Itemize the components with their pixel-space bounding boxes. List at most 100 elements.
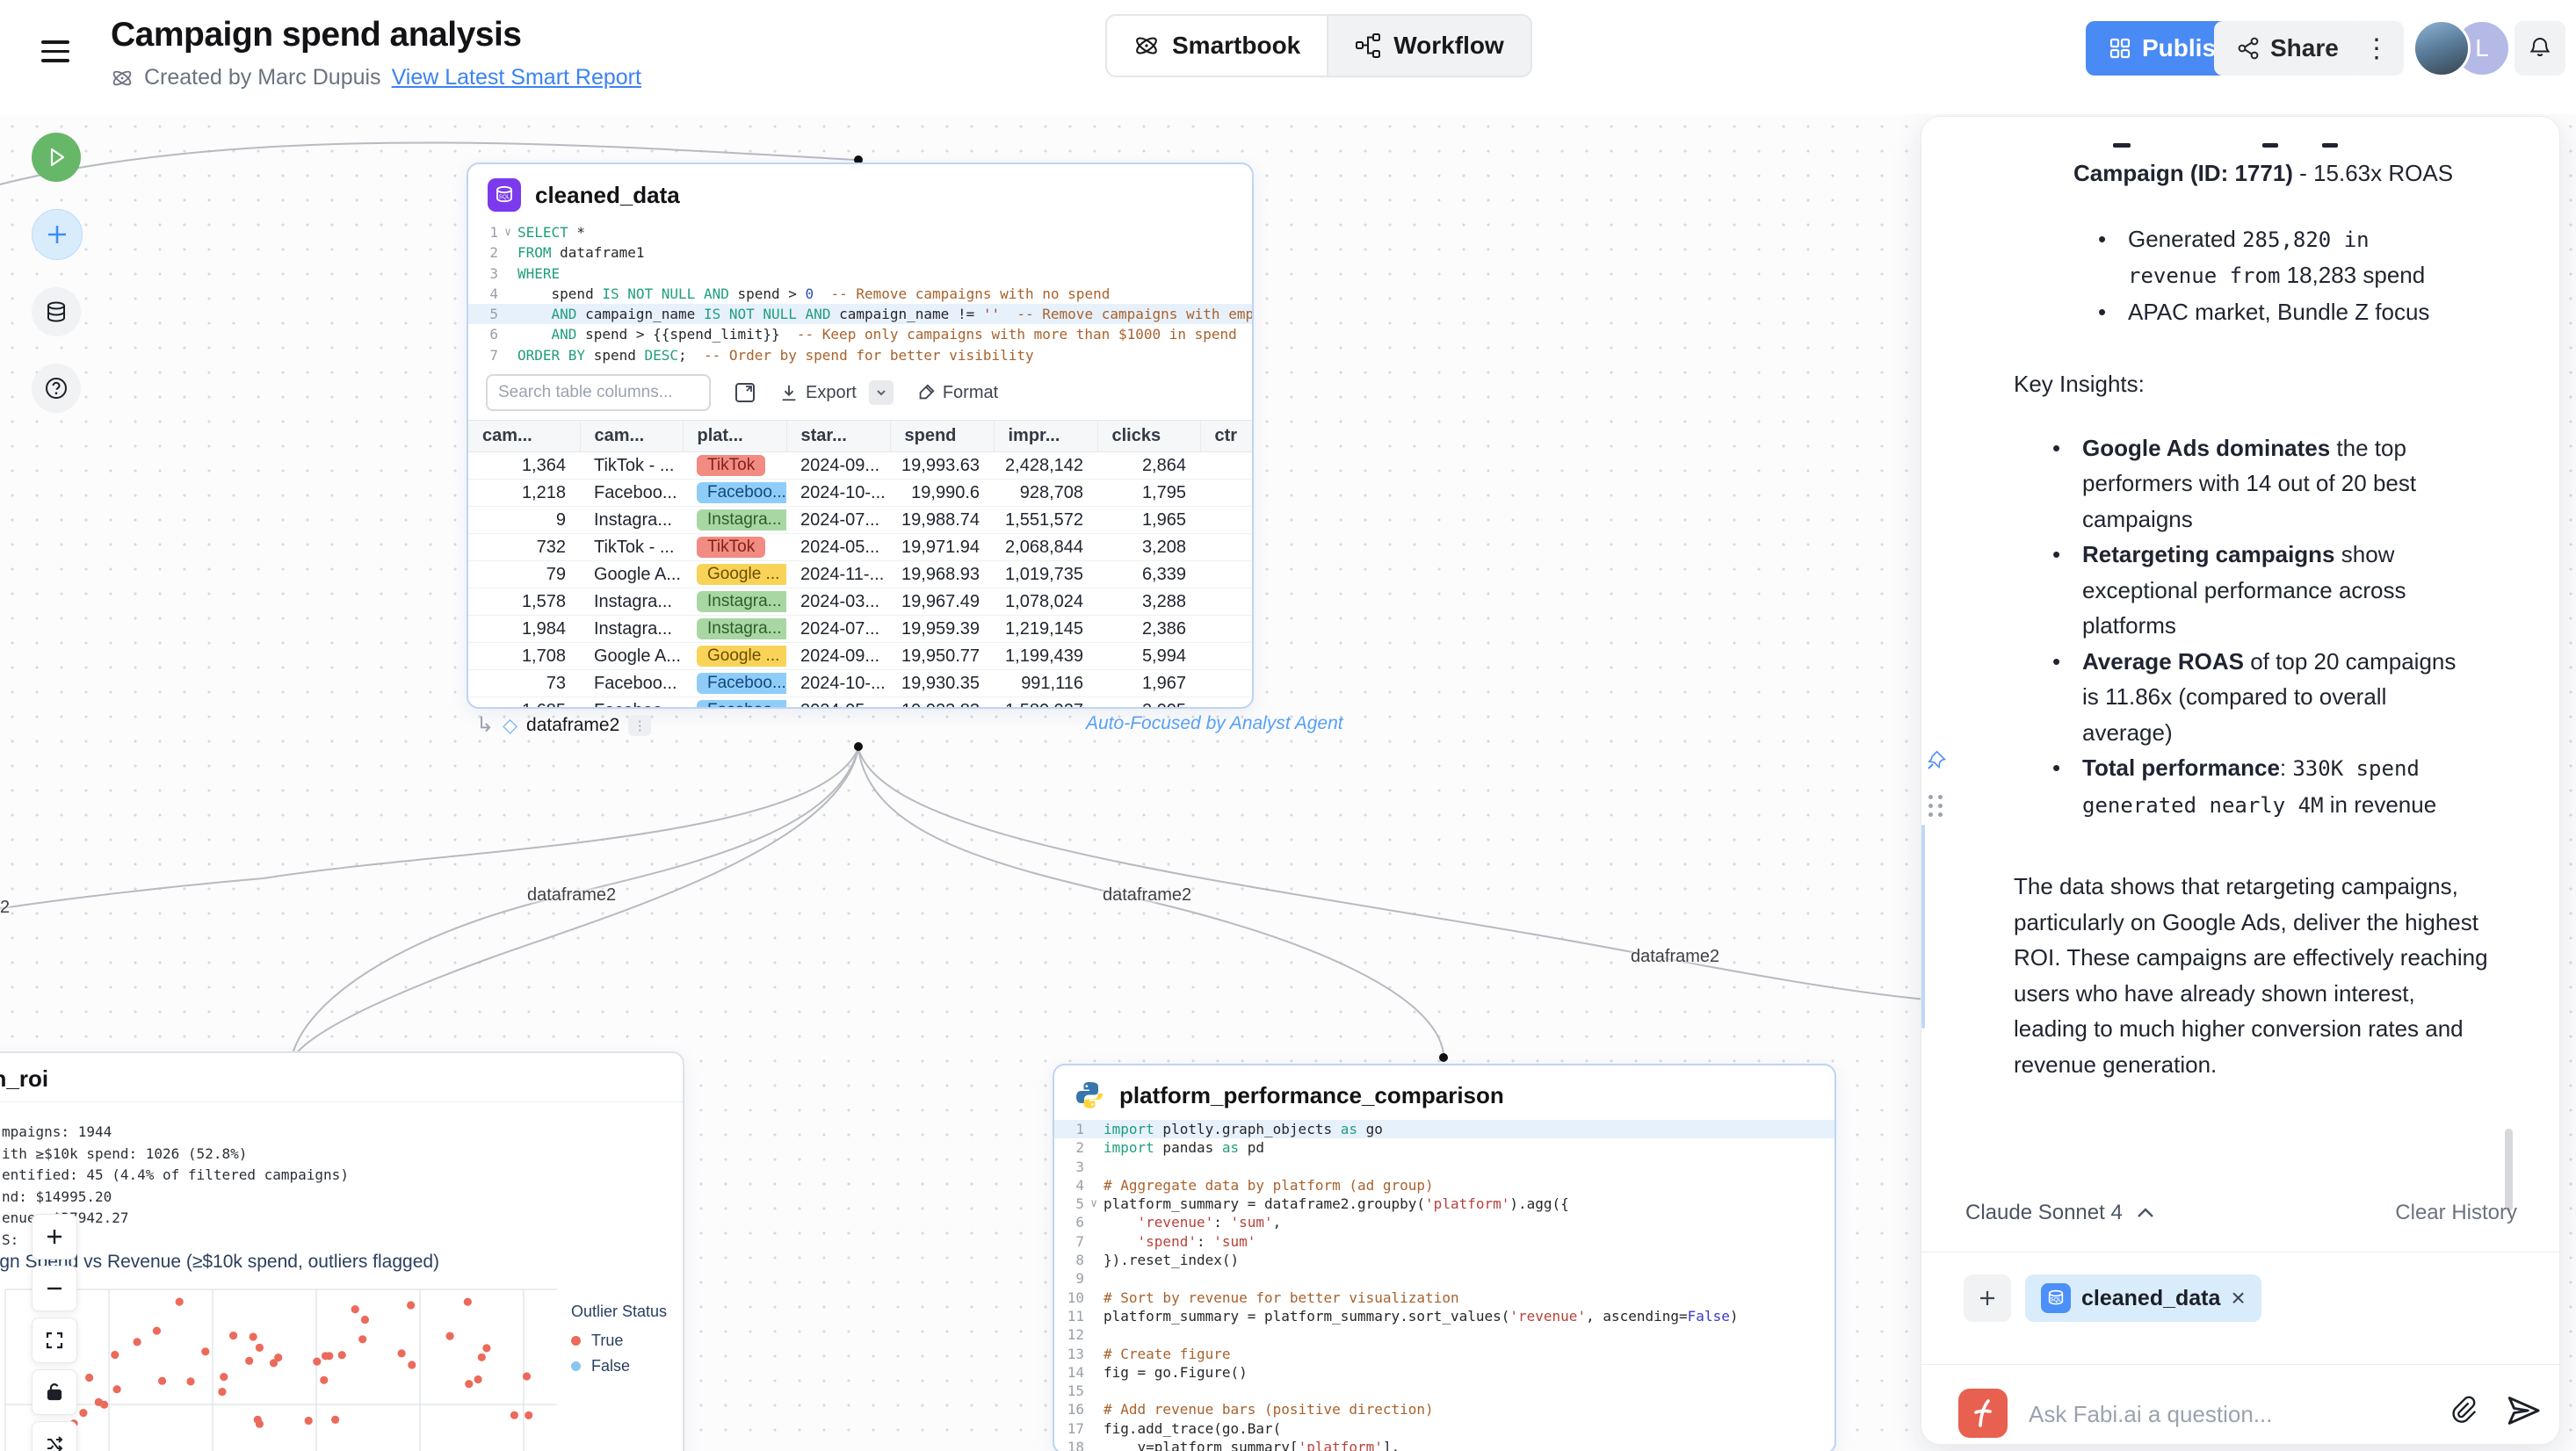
node-platform-performance[interactable]: platform_performance_comparison 1import … xyxy=(1053,1064,1836,1451)
platform-badge: Instagra... xyxy=(697,591,786,612)
edge-label-dataframe2-mid: dataframe2 xyxy=(1103,885,1191,906)
table-row: 79Google A...Google ...2024-11-...19,968… xyxy=(468,561,1252,588)
export-button[interactable]: Export xyxy=(779,380,894,405)
platform-badge: TikTok xyxy=(697,455,765,476)
add-node-button[interactable] xyxy=(32,209,83,260)
clipped-text-fragment xyxy=(2113,143,2131,148)
attach-file-button[interactable] xyxy=(2445,1392,2482,1429)
auto-focus-note: Auto-Focused by Analyst Agent xyxy=(1086,713,1343,734)
bullet-item: •Generated 285,820 in revenue from 18,28… xyxy=(2098,221,2467,294)
expand-table-icon[interactable] xyxy=(734,381,756,404)
node-campaign-roi[interactable]: campaign_roi mpaigns: 1944 ith ≥$10k spe… xyxy=(0,1051,684,1451)
column-header[interactable]: impr... xyxy=(994,421,1097,452)
question-input[interactable]: Ask Fabi.ai a question... xyxy=(2029,1401,2272,1428)
platform-badge: Faceboo... xyxy=(697,482,786,503)
clipped-text-fragment xyxy=(2322,143,2338,148)
assistant-panel: Campaign (ID: 1771) - 15.63x ROAS •Gener… xyxy=(1921,116,2560,1445)
output-handle-row[interactable]: ↳ ◇ dataframe2 ⋮ xyxy=(476,712,651,738)
python-node-icon xyxy=(1074,1079,1105,1111)
chevron-up-icon xyxy=(2137,1207,2154,1219)
legend-item-false[interactable]: False xyxy=(571,1357,667,1375)
chip-close-icon[interactable]: × xyxy=(2231,1286,2245,1310)
run-workflow-button[interactable] xyxy=(32,133,81,182)
fabi-logo xyxy=(1958,1389,2008,1438)
svg-text:SQL: SQL xyxy=(2051,1298,2062,1303)
column-header[interactable]: clicks xyxy=(1097,421,1200,452)
table-row: 9Instagra...Instagra...2024-07...19,988.… xyxy=(468,507,1252,534)
table-row: 1,218Faceboo...Faceboo...2024-10-...19,9… xyxy=(468,480,1252,507)
sql-node-icon: SQL xyxy=(488,178,521,212)
column-header[interactable]: cam... xyxy=(580,421,683,452)
platform-badge: Instagra... xyxy=(697,618,786,639)
panel-scrollbar-thumb[interactable] xyxy=(2505,1129,2513,1211)
avatar-photo[interactable] xyxy=(2413,19,2471,77)
column-header[interactable]: plat... xyxy=(683,421,786,452)
code-line: 14fig = go.Figure() xyxy=(1054,1363,1834,1382)
column-header[interactable]: spend xyxy=(890,421,994,452)
platform-badge: Instagra... xyxy=(697,509,786,531)
drag-handle-icon[interactable] xyxy=(1928,795,1944,817)
code-line: 17fig.add_trace(go.Bar( xyxy=(1054,1419,1834,1438)
format-button[interactable]: Format xyxy=(916,383,998,403)
fit-view-button[interactable] xyxy=(32,1317,77,1363)
code-line: 2import pandas as pd xyxy=(1054,1138,1834,1157)
sql-editor[interactable]: 1∨SELECT *2FROM dataframe13WHERE4 spend … xyxy=(468,220,1252,365)
campaign-bullets: •Generated 285,820 in revenue from 18,28… xyxy=(2098,221,2467,330)
bullet-item: •Google Ads dominates the top performers… xyxy=(2052,430,2474,538)
help-button[interactable] xyxy=(32,364,81,413)
latest-report-link[interactable]: View Latest Smart Report xyxy=(392,65,641,90)
code-line: 3WHERE xyxy=(468,263,1252,284)
column-header[interactable]: star... xyxy=(786,421,890,452)
send-button[interactable] xyxy=(2505,1392,2542,1429)
export-dropdown-chevron[interactable] xyxy=(869,380,894,405)
clipped-text-fragment xyxy=(2262,143,2278,148)
data-sources-button[interactable] xyxy=(32,287,81,336)
platform-badge: Faceboo... xyxy=(697,673,786,694)
tab-smartbook[interactable]: Smartbook xyxy=(1107,16,1327,76)
legend-item-true[interactable]: True xyxy=(571,1332,667,1350)
platform-badge: TikTok xyxy=(697,537,765,558)
table-row: 73Faceboo...Faceboo...2024-10-...19,930.… xyxy=(468,670,1252,697)
share-button[interactable]: Share xyxy=(2214,21,2362,76)
column-header[interactable]: ctr xyxy=(1200,421,1252,452)
model-selector[interactable]: Claude Sonnet 4 xyxy=(1965,1201,2154,1225)
code-line: 16# Add revenue bars (positive direction… xyxy=(1054,1400,1834,1419)
handle-menu-badge[interactable]: ⋮ xyxy=(628,715,651,736)
python-editor[interactable]: 1import plotly.graph_objects as go2impor… xyxy=(1054,1120,1834,1451)
table-row: 732TikTok - ...TikTok2024-05...19,971.94… xyxy=(468,534,1252,561)
shuffle-layout-button[interactable] xyxy=(32,1421,77,1451)
sql-chip-icon: SQL xyxy=(2041,1283,2071,1313)
table-row: 1,578Instagra...Instagra...2024-03...19,… xyxy=(468,588,1252,616)
branch-arrow-icon: ↳ xyxy=(476,712,494,738)
code-line: 18 y=platform_summary['platform'], xyxy=(1054,1438,1834,1451)
code-line: 8}).reset_index() xyxy=(1054,1251,1834,1269)
svg-text:SQL: SQL xyxy=(498,194,510,200)
bullet-item: •APAC market, Bundle Z focus xyxy=(2098,294,2467,330)
code-line: 7 'spend': 'sum' xyxy=(1054,1232,1834,1251)
more-options-button[interactable]: ⋮ xyxy=(2349,21,2404,76)
node-cleaned-data[interactable]: SQL cleaned_data 1∨SELECT *2FROM datafra… xyxy=(467,162,1254,709)
edge-label-dataframe2-right: dataframe2 xyxy=(1631,947,1719,967)
zoom-in-button[interactable] xyxy=(32,1214,77,1260)
canvas-controls xyxy=(32,1214,77,1451)
column-header[interactable]: cam... xyxy=(468,421,580,452)
clear-history-button[interactable]: Clear History xyxy=(2395,1201,2517,1225)
legend-swatch-false xyxy=(571,1361,581,1371)
code-line: 11platform_summary = platform_summary.so… xyxy=(1054,1307,1834,1325)
tab-workflow[interactable]: Workflow xyxy=(1327,16,1530,76)
code-line: 4# Aggregate data by platform (ad group) xyxy=(1054,1176,1834,1195)
code-line: 9 xyxy=(1054,1269,1834,1288)
pin-icon[interactable] xyxy=(1925,747,1950,772)
context-chip-cleaned-data[interactable]: SQL cleaned_data × xyxy=(2025,1274,2261,1322)
table-row: 1,685Faceboo...Faceboo...2024-05...19,92… xyxy=(468,697,1252,709)
lock-button[interactable] xyxy=(32,1369,77,1415)
add-context-button[interactable] xyxy=(1964,1274,2011,1322)
campaign-heading: Campaign (ID: 1771) - 15.63x ROAS xyxy=(2073,155,2510,191)
table-row: 1,364TikTok - ...TikTok2024-09...19,993.… xyxy=(468,452,1252,480)
legend-title: Outlier Status xyxy=(571,1303,667,1321)
byline-text: Created by Marc Dupuis xyxy=(144,65,381,90)
search-columns-input[interactable]: Search table columns... xyxy=(486,374,711,411)
menu-button[interactable] xyxy=(41,40,69,62)
notifications-button[interactable] xyxy=(2514,21,2565,76)
zoom-out-button[interactable] xyxy=(32,1266,77,1311)
